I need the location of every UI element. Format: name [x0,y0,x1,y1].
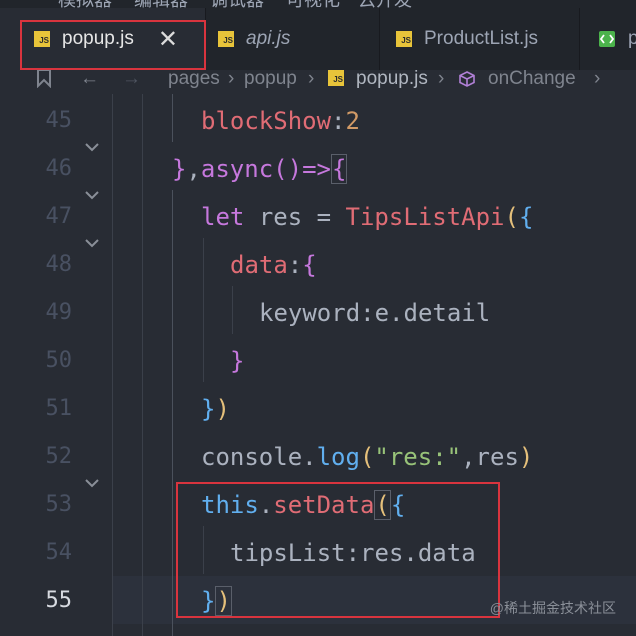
chevron-down-icon[interactable] [82,185,102,205]
tab-popup-js[interactable]: JS popup.js ✕ [0,8,206,70]
menu-item-debugger[interactable]: 调试器 [210,0,264,8]
method-cube-icon [459,71,475,87]
code-editor[interactable]: 45 blockShow:2 46 },async()=>{ 47 let re… [0,94,636,636]
line-number: 52 [45,444,73,469]
line-number: 48 [45,252,73,277]
code-line-54: 54 tipsList:res.data [0,529,636,577]
menu-item-simulator[interactable]: 模拟器 [58,0,112,8]
back-arrow-icon[interactable]: ← [80,70,99,90]
breadcrumb-item-onchange[interactable]: onChange [488,70,576,90]
tab-productlist-js[interactable]: JS ProductList.js [380,8,580,70]
line-number-current: 55 [45,588,73,613]
line-number: 53 [45,492,73,517]
close-icon[interactable]: ✕ [158,25,178,54]
code-line-51: 51 }) [0,385,636,433]
code-line-50: 50 } [0,337,636,385]
tab-label: ProductList.js [424,28,539,49]
code-line-49: 49 keyword:e.detail [0,289,636,337]
chevron-down-icon[interactable] [82,473,102,493]
menu-item-cloud[interactable]: 云开发 [358,0,412,8]
line-number: 49 [45,300,73,325]
tab-label: api.js [246,28,291,49]
breadcrumb-item-pages[interactable]: pages [168,70,220,90]
breadcrumb-item-popup[interactable]: popup [244,70,297,90]
menu-item-visual[interactable]: 可视化 [286,0,340,8]
line-number: 46 [45,156,73,181]
line-number: 54 [45,540,73,565]
line-number: 51 [45,396,73,421]
js-file-icon: JS [396,31,412,47]
chevron-down-icon[interactable] [82,233,102,253]
chevron-right-icon: › [228,70,235,89]
code-line-53: 53 this.setData({ [0,479,636,529]
menu-item-editor[interactable]: 编辑器 [134,0,188,8]
code-line-48: 48 data:{ [0,239,636,289]
tab-bar: JS popup.js ✕ JS api.js JS ProductList.j… [0,8,636,70]
line-number: 45 [45,108,73,133]
js-file-icon: JS [34,31,50,47]
wxml-file-icon [599,31,615,47]
breadcrumb-item-popup-js[interactable]: popup.js [356,70,428,90]
forward-arrow-icon[interactable]: → [122,70,141,90]
menu-bar: 模拟器 编辑器 调试器 可视化 云开发 [0,0,636,8]
js-file-icon: JS [328,70,344,86]
chevron-right-icon: › [438,70,445,89]
js-file-icon: JS [218,31,234,47]
tab-api-js[interactable]: JS api.js [206,8,380,70]
chevron-right-icon: › [594,70,601,89]
breadcrumb: ← → pages › popup › JS popup.js › onChan… [0,70,636,94]
tab-label: popup.js [62,28,134,49]
tab-label: p [628,28,636,49]
line-number: 47 [45,204,73,229]
chevron-right-icon: › [308,70,315,89]
chevron-down-icon[interactable] [82,137,102,157]
bookmark-icon[interactable] [36,70,52,88]
tab-wxml[interactable]: p [580,8,636,70]
watermark: @稀土掘金技术社区 [489,600,616,616]
line-number: 50 [45,348,73,373]
